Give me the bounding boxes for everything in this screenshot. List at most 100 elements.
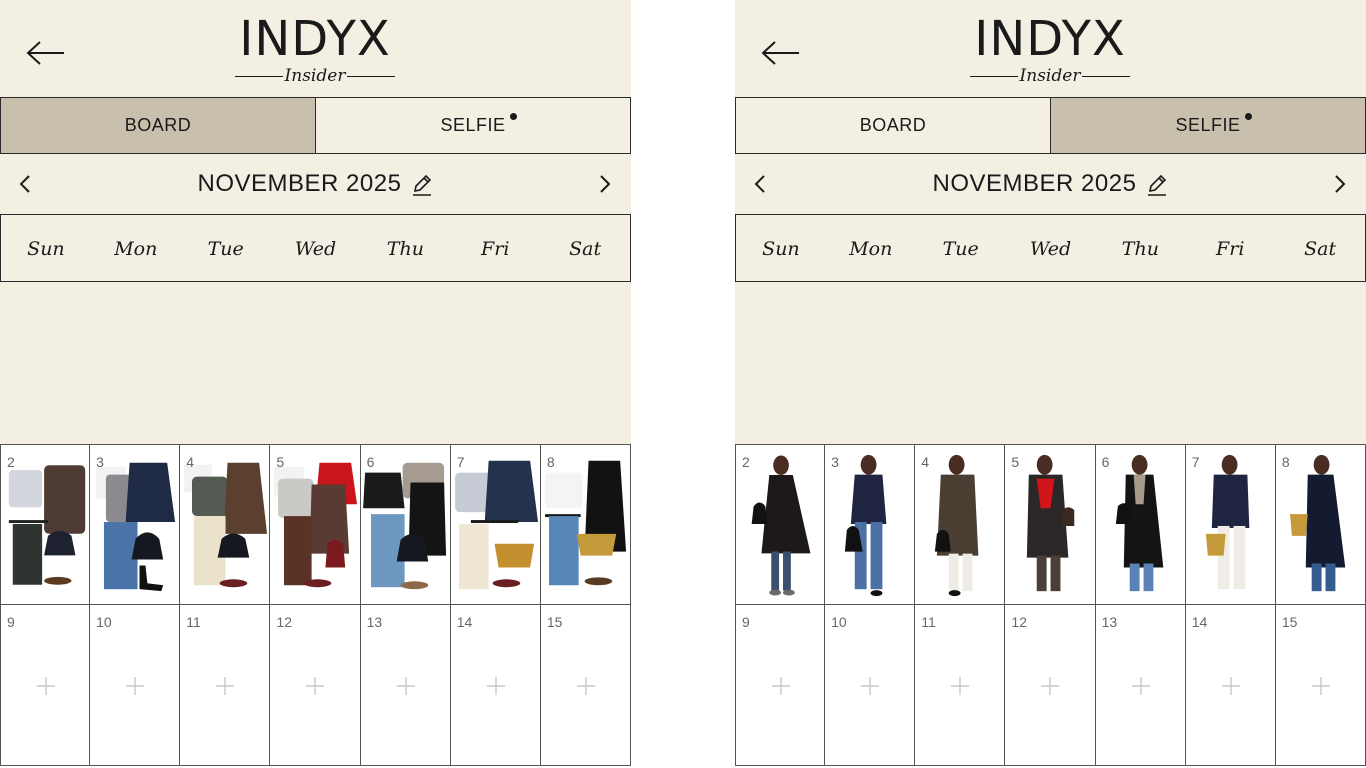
day-cell-selfie[interactable]: 6 [1095, 444, 1186, 605]
chevron-right-icon[interactable] [1329, 172, 1351, 196]
weekday-label: Thu [386, 238, 424, 260]
day-number: 8 [1281, 454, 1290, 470]
tab-selfie[interactable]: SELFIE [315, 98, 630, 153]
calendar-grid: 2 3 4 5 6 7 8 9 10 11 12 13 14 15 [735, 444, 1366, 766]
day-cell-empty[interactable]: 9 [735, 605, 826, 766]
plus-icon[interactable] [126, 677, 145, 695]
day-cell-selfie[interactable]: 5 [1005, 444, 1096, 605]
day-cell-outfit[interactable]: 3 [90, 444, 181, 605]
plus-icon[interactable] [1041, 677, 1060, 695]
plus-icon[interactable] [1311, 677, 1330, 695]
day-number: 3 [831, 454, 839, 470]
logo-subtitle: Insider [1019, 66, 1081, 86]
pencil-icon[interactable] [411, 173, 433, 197]
logo-rule [347, 76, 395, 77]
day-cell-empty[interactable]: 10 [825, 605, 916, 766]
logo: INDYX Insider [940, 12, 1160, 90]
selfie-screen: INDYX Insider BOARD SELFIE NOVEMBER 2025… [735, 0, 1366, 768]
day-cell-empty[interactable]: 14 [1185, 605, 1276, 766]
day-cell-empty[interactable]: 9 [0, 605, 91, 766]
weekday-label: Sat [569, 238, 602, 260]
plus-icon[interactable] [951, 677, 970, 695]
weekday-label: Wed [294, 238, 337, 260]
plus-icon[interactable] [306, 677, 325, 695]
day-number: 11 [921, 614, 936, 630]
day-number: 12 [276, 614, 292, 630]
logo-rule [235, 76, 283, 77]
logo-rule [1082, 76, 1130, 77]
day-cell-empty[interactable]: 10 [90, 605, 181, 766]
day-number: 5 [1011, 454, 1020, 470]
weekday-header: Sun Mon Tue Wed Thu Fri Sat [0, 214, 631, 282]
day-number: 14 [456, 614, 473, 630]
day-number: 14 [1191, 614, 1208, 630]
day-cell-empty[interactable]: 12 [270, 605, 361, 766]
app-header: INDYX Insider [735, 0, 1366, 98]
weekday-label: Sat [1304, 238, 1337, 260]
board-screen: INDYX Insider BOARD SELFIE NOVEMBER 2025… [0, 0, 631, 768]
month-title: NOVEMBER 2025 [197, 170, 402, 197]
day-cell-empty[interactable]: 12 [1005, 605, 1096, 766]
weekday-label: Sun [762, 238, 800, 260]
plus-icon[interactable] [1131, 677, 1150, 695]
arrow-left-icon[interactable] [24, 34, 66, 72]
day-number: 4 [186, 454, 195, 470]
tab-board[interactable]: BOARD [736, 98, 1050, 153]
chevron-left-icon[interactable] [749, 172, 771, 196]
plus-icon[interactable] [861, 677, 880, 695]
weekday-label: Fri [1216, 238, 1245, 260]
day-cell-outfit[interactable]: 5 [270, 444, 361, 605]
arrow-left-icon[interactable] [759, 34, 801, 72]
day-cell-empty[interactable]: 15 [1275, 605, 1366, 766]
logo-subtitle: Insider [284, 66, 346, 86]
chevron-right-icon[interactable] [594, 172, 616, 196]
plus-icon[interactable] [576, 677, 595, 695]
day-number: 10 [96, 614, 112, 630]
plus-icon[interactable] [216, 677, 235, 695]
weekday-label: Mon [114, 238, 158, 260]
day-number: 11 [186, 614, 201, 630]
day-number: 7 [1191, 454, 1200, 470]
day-cell-outfit[interactable]: 4 [180, 444, 271, 605]
tab-selfie[interactable]: SELFIE [1050, 98, 1365, 153]
day-number: 9 [7, 614, 15, 630]
plus-icon[interactable] [37, 677, 55, 695]
app-header: INDYX Insider [0, 0, 631, 98]
day-cell-outfit[interactable]: 6 [360, 444, 451, 605]
day-cell-selfie[interactable]: 7 [1185, 444, 1276, 605]
day-number: 13 [366, 614, 383, 630]
day-cell-empty[interactable]: 14 [450, 605, 541, 766]
day-cell-outfit[interactable]: 2 [0, 444, 91, 605]
day-number: 2 [7, 454, 15, 470]
weekday-label: Sun [27, 238, 65, 260]
plus-icon[interactable] [772, 677, 790, 695]
day-cell-selfie[interactable]: 8 [1275, 444, 1366, 605]
weekday-label: Tue [207, 238, 244, 260]
view-tabs: BOARD SELFIE [0, 97, 631, 154]
plus-icon[interactable] [396, 677, 415, 695]
weekday-label: Tue [942, 238, 979, 260]
day-cell-outfit[interactable]: 8 [540, 444, 631, 605]
day-cell-outfit[interactable]: 7 [450, 444, 541, 605]
tab-board[interactable]: BOARD [1, 98, 315, 153]
day-number: 7 [456, 454, 465, 470]
day-cell-selfie[interactable]: 3 [825, 444, 916, 605]
day-cell-empty[interactable]: 15 [540, 605, 631, 766]
day-number: 5 [276, 454, 285, 470]
day-number: 13 [1101, 614, 1118, 630]
weekday-label: Thu [1121, 238, 1159, 260]
day-cell-empty[interactable]: 11 [915, 605, 1006, 766]
day-cell-selfie[interactable]: 4 [915, 444, 1006, 605]
day-cell-selfie[interactable]: 2 [735, 444, 826, 605]
notification-dot [1245, 113, 1252, 120]
day-number: 6 [366, 454, 375, 470]
day-cell-empty[interactable]: 11 [180, 605, 271, 766]
day-number: 12 [1011, 614, 1027, 630]
chevron-left-icon[interactable] [14, 172, 36, 196]
plus-icon[interactable] [486, 677, 505, 695]
pencil-icon[interactable] [1146, 173, 1168, 197]
weekday-header: Sun Mon Tue Wed Thu Fri Sat [735, 214, 1366, 282]
day-cell-empty[interactable]: 13 [1095, 605, 1186, 766]
plus-icon[interactable] [1221, 677, 1240, 695]
day-cell-empty[interactable]: 13 [360, 605, 451, 766]
